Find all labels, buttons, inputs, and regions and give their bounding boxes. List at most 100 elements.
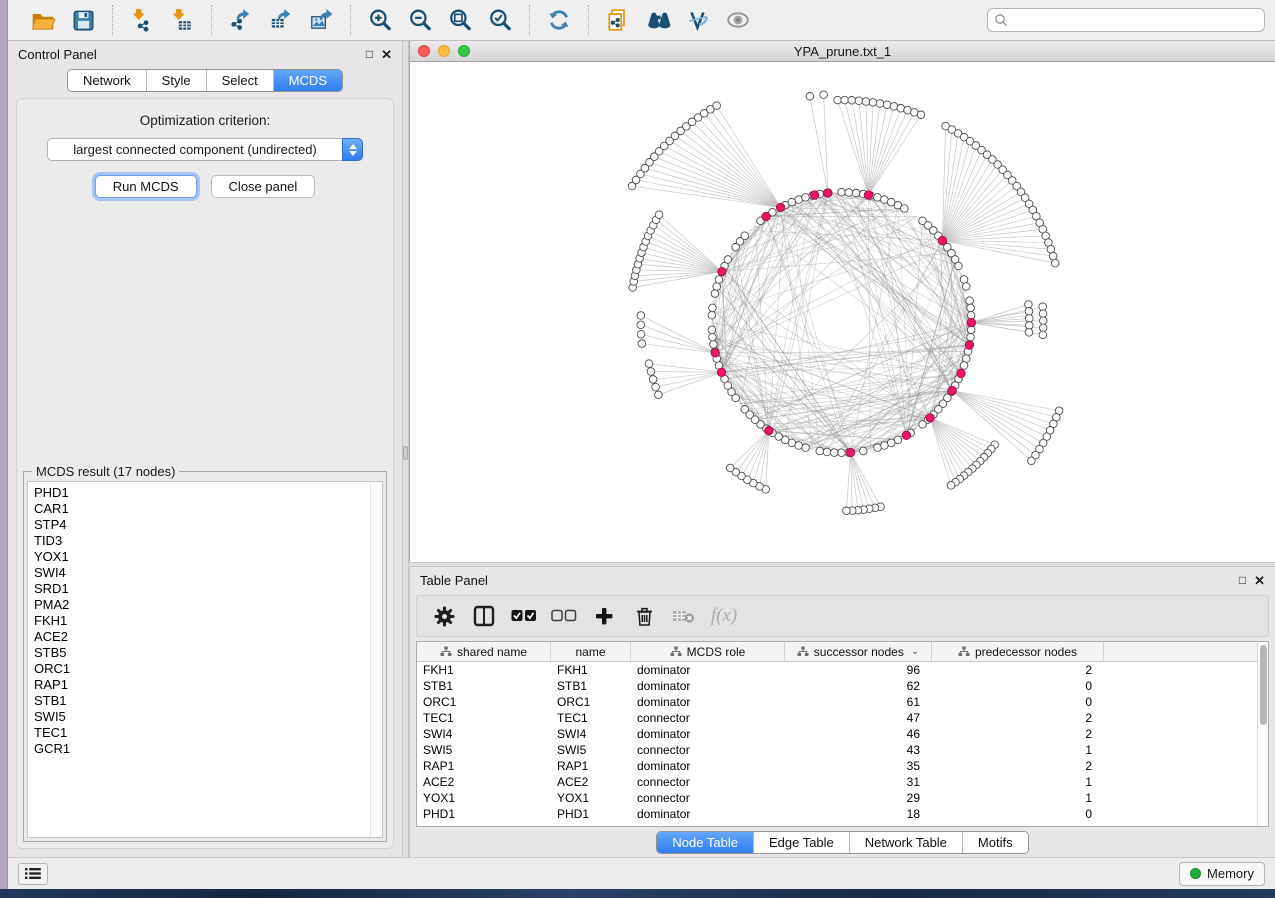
float-panel-icon[interactable]: □ (366, 48, 373, 60)
add-column-icon[interactable] (589, 601, 619, 631)
birds-eye-view-icon[interactable] (721, 4, 755, 36)
float-table-panel-icon[interactable]: □ (1239, 574, 1246, 586)
cell-predecessor_nodes: 2 (932, 711, 1104, 725)
cell-predecessor_nodes: 0 (932, 807, 1104, 821)
hierarchy-icon (440, 646, 452, 657)
tab-network-table[interactable]: Network Table (850, 832, 963, 853)
search-binoculars-icon[interactable] (641, 4, 675, 36)
table-row[interactable]: ACE2ACE2connector311 (417, 774, 1257, 790)
split-columns-icon[interactable] (469, 601, 499, 631)
table-row[interactable]: SWI4SWI4dominator462 (417, 726, 1257, 742)
column-header-name[interactable]: name (551, 642, 631, 661)
column-header-predecessor-nodes[interactable]: predecessor nodes (932, 642, 1104, 661)
table-row[interactable]: TEC1TEC1connector472 (417, 710, 1257, 726)
export-network-icon[interactable] (224, 4, 258, 36)
zoom-selected-icon[interactable] (483, 4, 517, 36)
zoom-in-icon[interactable] (363, 4, 397, 36)
mcds-result-item[interactable]: PMA2 (34, 597, 370, 613)
mcds-result-item[interactable]: STB5 (34, 645, 370, 661)
splitter-grip[interactable] (403, 446, 408, 460)
delete-table-icon (669, 601, 699, 631)
table-row[interactable]: SWI5SWI5connector431 (417, 742, 1257, 758)
export-image-icon[interactable] (304, 4, 338, 36)
cell-mcds_role: dominator (631, 727, 785, 741)
table-row[interactable]: RAP1RAP1dominator352 (417, 758, 1257, 774)
search-icon (994, 13, 1008, 27)
network-window-titlebar[interactable]: YPA_prune.txt_1 (410, 41, 1275, 62)
mcds-result-item[interactable]: TID3 (34, 533, 370, 549)
table-row[interactable]: FKH1FKH1dominator962 (417, 662, 1257, 678)
tab-node-table[interactable]: Node Table (657, 832, 754, 853)
cell-successor_nodes: 61 (785, 695, 932, 709)
tab-motifs[interactable]: Motifs (963, 832, 1028, 853)
mcds-result-scrollbar[interactable] (370, 482, 382, 837)
tab-network[interactable]: Network (68, 70, 147, 91)
network-canvas[interactable] (410, 62, 1275, 562)
zoom-out-icon[interactable] (403, 4, 437, 36)
vertical-splitter[interactable] (402, 41, 409, 857)
tab-edge-table[interactable]: Edge Table (754, 832, 850, 853)
close-panel-icon[interactable]: ✕ (381, 48, 392, 61)
close-table-panel-icon[interactable]: ✕ (1254, 574, 1265, 587)
cell-predecessor_nodes: 2 (932, 727, 1104, 741)
mcds-result-item[interactable]: TEC1 (34, 725, 370, 741)
close-panel-button[interactable]: Close panel (211, 175, 316, 198)
search-input[interactable] (1008, 13, 1258, 27)
graphics-details-icon[interactable] (681, 4, 715, 36)
mcds-result-item[interactable]: GCR1 (34, 741, 370, 757)
save-session-icon[interactable] (66, 4, 100, 36)
tab-mcds[interactable]: MCDS (274, 70, 342, 91)
open-file-icon[interactable] (26, 4, 60, 36)
mcds-result-item[interactable]: PHD1 (34, 485, 370, 501)
refresh-icon[interactable] (542, 4, 576, 36)
deselect-all-boxes-icon[interactable] (549, 601, 579, 631)
show-panels-button[interactable] (18, 863, 48, 885)
mcds-result-item[interactable]: SRD1 (34, 581, 370, 597)
column-header-successor-nodes[interactable]: successor nodes⌄ (785, 642, 932, 661)
mcds-result-item[interactable]: STP4 (34, 517, 370, 533)
mcds-result-list[interactable]: PHD1CAR1STP4TID3YOX1SWI4SRD1PMA2FKH1ACE2… (28, 482, 370, 837)
optimization-criterion-value: largest connected component (undirected) (47, 138, 342, 161)
select-all-checks-icon[interactable] (509, 601, 539, 631)
cell-shared_name: TEC1 (417, 711, 551, 725)
mcds-result-item[interactable]: SWI4 (34, 565, 370, 581)
optimization-criterion-select[interactable]: largest connected component (undirected) (47, 138, 363, 161)
search-box[interactable] (987, 8, 1265, 32)
network-graph[interactable] (410, 62, 1275, 562)
import-network-icon[interactable] (125, 4, 159, 36)
column-header-MCDS-role[interactable]: MCDS role (631, 642, 785, 661)
hierarchy-icon (797, 646, 809, 657)
mcds-result-item[interactable]: SWI5 (34, 709, 370, 725)
table-row[interactable]: YOX1YOX1connector291 (417, 790, 1257, 806)
run-mcds-button[interactable]: Run MCDS (95, 175, 197, 198)
export-table-icon[interactable] (264, 4, 298, 36)
tab-select[interactable]: Select (207, 70, 274, 91)
new-network-from-selection-icon[interactable] (601, 4, 635, 36)
cell-mcds_role: connector (631, 711, 785, 725)
mcds-result-item[interactable]: YOX1 (34, 549, 370, 565)
column-header-shared-name[interactable]: shared name (417, 642, 551, 661)
table-row[interactable]: PHD1PHD1dominator180 (417, 806, 1257, 822)
hierarchy-icon (958, 646, 970, 657)
main-toolbar (8, 0, 1275, 41)
tab-style[interactable]: Style (147, 70, 207, 91)
zoom-fit-icon[interactable] (443, 4, 477, 36)
table-row[interactable]: STB1STB1dominator620 (417, 678, 1257, 694)
cell-shared_name: PHD1 (417, 807, 551, 821)
mcds-result-item[interactable]: FKH1 (34, 613, 370, 629)
mcds-result-item[interactable]: RAP1 (34, 677, 370, 693)
cell-name: YOX1 (551, 791, 631, 805)
mcds-result-item[interactable]: CAR1 (34, 501, 370, 517)
mcds-result-item[interactable]: STB1 (34, 693, 370, 709)
memory-button[interactable]: Memory (1179, 862, 1265, 886)
import-table-icon[interactable] (165, 4, 199, 36)
table-row[interactable]: ORC1ORC1dominator610 (417, 694, 1257, 710)
table-scrollbar[interactable] (1257, 642, 1268, 826)
settings-gear-icon[interactable] (429, 601, 459, 631)
table-scrollbar-thumb[interactable] (1260, 645, 1267, 725)
delete-column-icon[interactable] (629, 601, 659, 631)
cell-mcds_role: dominator (631, 807, 785, 821)
mcds-result-item[interactable]: ORC1 (34, 661, 370, 677)
list-icon (25, 867, 41, 880)
mcds-result-item[interactable]: ACE2 (34, 629, 370, 645)
